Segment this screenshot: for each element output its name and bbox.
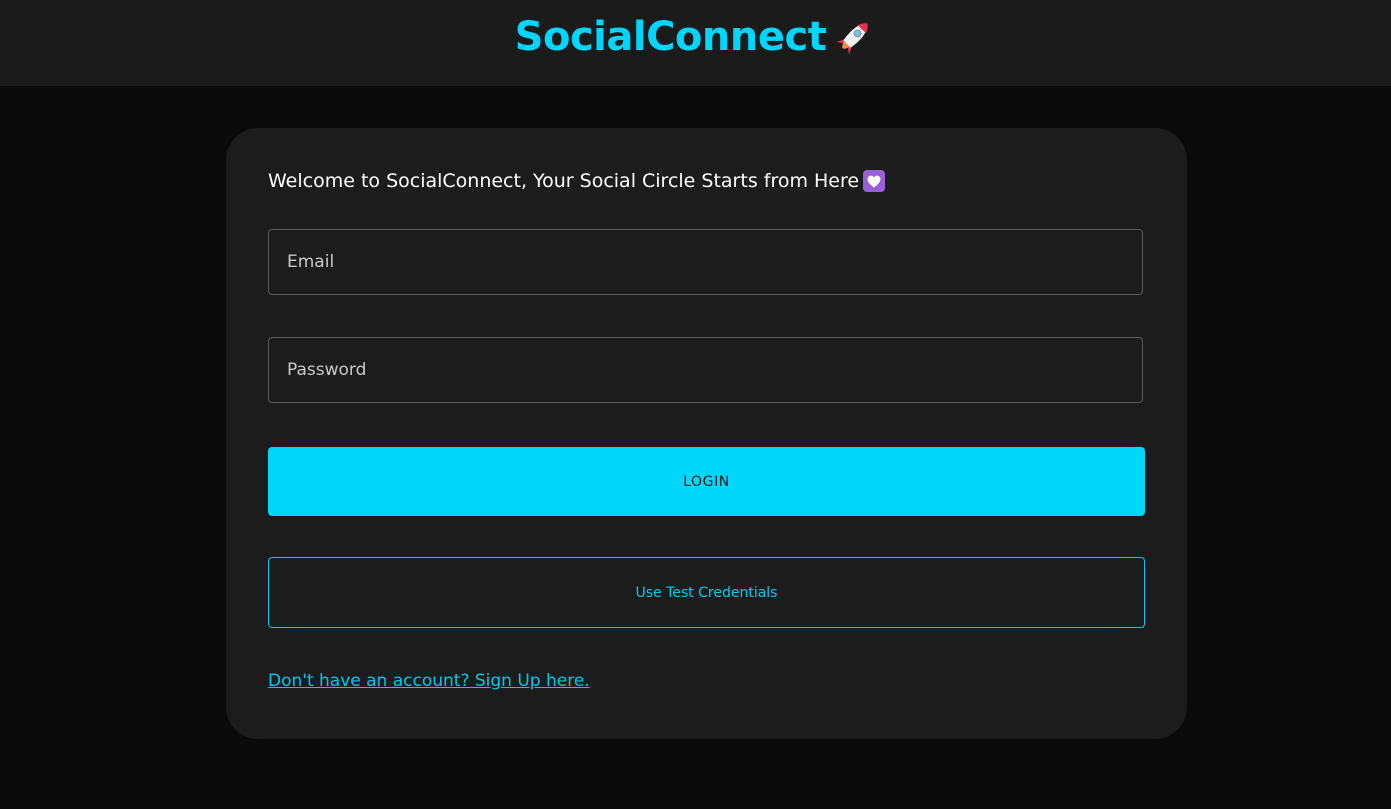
email-placeholder: Email [287, 252, 335, 272]
signup-link[interactable]: Don't have an account? Sign Up here. [268, 671, 590, 691]
app-title: SocialConnect [514, 14, 827, 60]
rocket-icon [836, 23, 868, 55]
password-field[interactable]: Password [268, 337, 1143, 403]
login-button[interactable]: LOGIN [268, 447, 1145, 516]
login-button-label: LOGIN [683, 473, 730, 490]
login-card: Welcome to SocialConnect, Your Social Ci… [226, 128, 1187, 739]
use-test-credentials-button[interactable]: Use Test Credentials [268, 557, 1145, 628]
email-field[interactable]: Email [268, 229, 1143, 295]
purple-heart-icon [863, 170, 886, 192]
brand: SocialConnect [515, 14, 877, 60]
welcome-message: Welcome to SocialConnect, Your Social Ci… [268, 170, 886, 192]
top-header: SocialConnect [0, 0, 1391, 86]
test-credentials-label: Use Test Credentials [635, 584, 778, 601]
password-placeholder: Password [287, 360, 367, 380]
welcome-text: Welcome to SocialConnect, Your Social Ci… [268, 170, 860, 192]
